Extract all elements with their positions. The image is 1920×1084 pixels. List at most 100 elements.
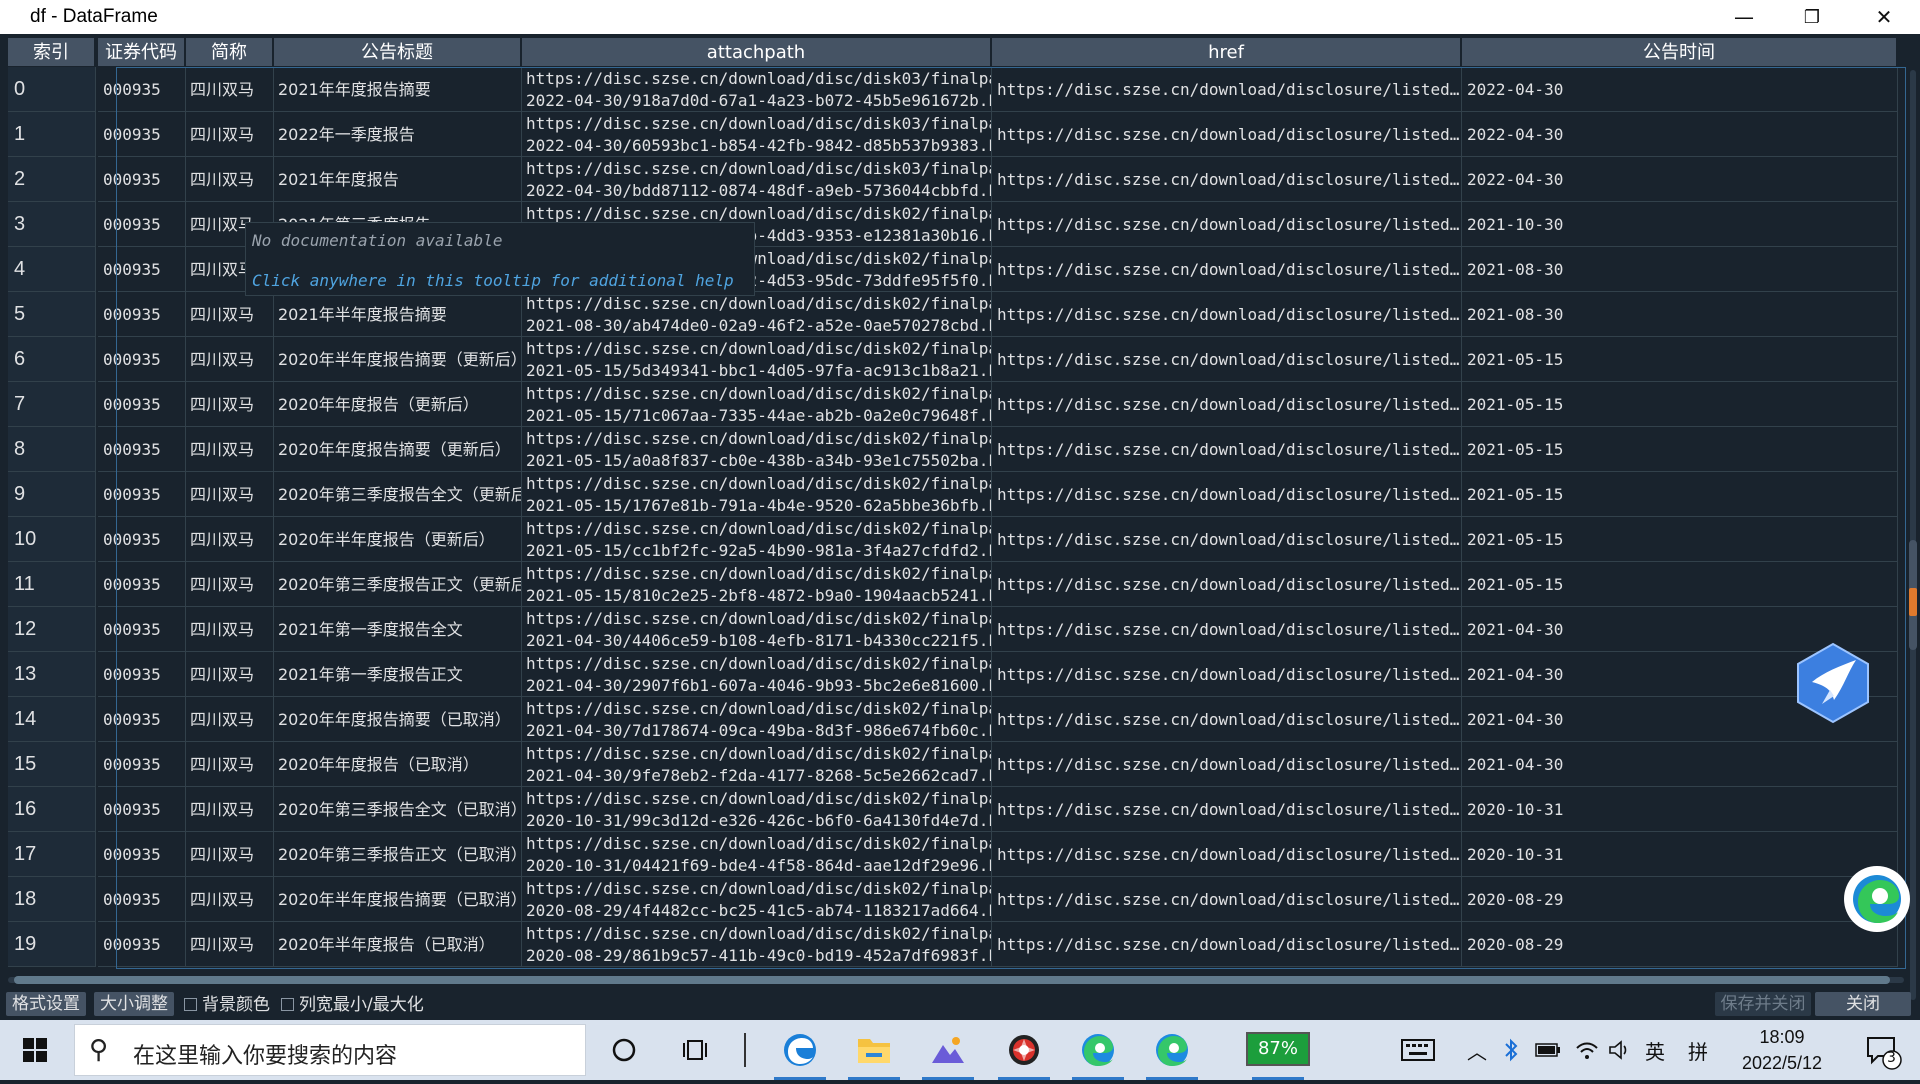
column-header[interactable]: 公告标题	[274, 38, 522, 66]
close-window-button[interactable]: ✕	[1850, 0, 1918, 34]
date-cell[interactable]: 2021-05-15	[1462, 517, 1898, 562]
name-cell[interactable]: 四川双马	[186, 832, 274, 877]
bg-color-checkbox[interactable]: 背景颜色	[184, 994, 270, 1016]
table-row[interactable]: 2 000935 四川双马 2021年年度报告 https://disc.szse.cn…	[8, 157, 1908, 202]
table-row[interactable]: 14 000935 四川双马 2020年年度报告摘要（已取消） https://disc…	[8, 697, 1908, 742]
column-header[interactable]: 索引	[8, 38, 96, 66]
code-cell[interactable]: 000935	[98, 292, 186, 337]
href-cell[interactable]: https://disc.szse.cn/download/disclosure…	[992, 832, 1462, 877]
code-cell[interactable]: 000935	[98, 922, 186, 967]
attachpath-cell[interactable]: https://disc.szse.cn/download/disc/disk0…	[522, 292, 992, 337]
battery-tray[interactable]	[1530, 1020, 1566, 1080]
href-cell[interactable]: https://disc.szse.cn/download/disclosure…	[992, 67, 1462, 112]
table-row[interactable]: 16 000935 四川双马 2020年第三季报告全文（已取消） https://dis…	[8, 787, 1908, 832]
title-cell[interactable]: 2021年半年度报告摘要	[274, 292, 522, 337]
date-cell[interactable]: 2021-08-30	[1462, 247, 1898, 292]
resize-button[interactable]: 大小调整	[94, 992, 174, 1016]
name-cell[interactable]: 四川双马	[186, 67, 274, 112]
file-explorer-app[interactable]	[840, 1020, 908, 1080]
table-row[interactable]: 19 000935 四川双马 2020年半年度报告（已取消） https://disc.…	[8, 922, 1908, 967]
row-index-cell[interactable]: 19	[8, 922, 96, 967]
title-cell[interactable]: 2020年半年度报告摘要（更新后）	[274, 337, 522, 382]
notification-center-button[interactable]: 3	[1852, 1020, 1912, 1080]
date-cell[interactable]: 2021-08-30	[1462, 292, 1898, 337]
href-cell[interactable]: https://disc.szse.cn/download/disclosure…	[992, 382, 1462, 427]
edge-app-2[interactable]	[1138, 1020, 1206, 1080]
code-cell[interactable]: 000935	[98, 202, 186, 247]
name-cell[interactable]: 四川双马	[186, 157, 274, 202]
href-cell[interactable]: https://disc.szse.cn/download/disclosure…	[992, 787, 1462, 832]
attachpath-cell[interactable]: https://disc.szse.cn/download/disc/disk0…	[522, 112, 992, 157]
row-index-cell[interactable]: 13	[8, 652, 96, 697]
row-index-cell[interactable]: 6	[8, 337, 96, 382]
title-cell[interactable]: 2020年年度报告（已取消）	[274, 742, 522, 787]
row-index-cell[interactable]: 10	[8, 517, 96, 562]
code-cell[interactable]: 000935	[98, 382, 186, 427]
code-cell[interactable]: 000935	[98, 562, 186, 607]
href-cell[interactable]: https://disc.szse.cn/download/disclosure…	[992, 472, 1462, 517]
row-index-cell[interactable]: 2	[8, 157, 96, 202]
date-cell[interactable]: 2022-04-30	[1462, 112, 1898, 157]
horizontal-scrollbar[interactable]	[8, 974, 1904, 984]
date-cell[interactable]: 2020-10-31	[1462, 832, 1898, 877]
date-cell[interactable]: 2022-04-30	[1462, 67, 1898, 112]
keyboard-tray[interactable]	[1396, 1020, 1440, 1080]
table-row[interactable]: 13 000935 四川双马 2021年第一季度报告正文 https://disc.sz…	[8, 652, 1908, 697]
row-index-cell[interactable]: 17	[8, 832, 96, 877]
href-cell[interactable]: https://disc.szse.cn/download/disclosure…	[992, 652, 1462, 697]
tooltip-help-link[interactable]: Click anywhere in this tooltip for addit…	[252, 271, 734, 290]
date-cell[interactable]: 2020-08-29	[1462, 877, 1898, 922]
title-cell[interactable]: 2020年第三季度报告正文（更新后）	[274, 562, 522, 607]
attachpath-cell[interactable]: https://disc.szse.cn/download/disc/disk0…	[522, 607, 992, 652]
name-cell[interactable]: 四川双马	[186, 607, 274, 652]
show-hidden-icons[interactable]: ︿	[1462, 1020, 1492, 1080]
title-cell[interactable]: 2020年半年度报告摘要（已取消）	[274, 877, 522, 922]
bluetooth-tray[interactable]	[1496, 1020, 1526, 1080]
code-cell[interactable]: 000935	[98, 877, 186, 922]
column-header[interactable]: 公告时间	[1462, 38, 1898, 66]
title-cell[interactable]: 2021年年度报告摘要	[274, 67, 522, 112]
vertical-scrollbar[interactable]	[1908, 70, 1918, 1000]
title-cell[interactable]: 2022年一季度报告	[274, 112, 522, 157]
table-row[interactable]: 6 000935 四川双马 2020年半年度报告摘要（更新后） https://disc…	[8, 337, 1908, 382]
table-row[interactable]: 11 000935 四川双马 2020年第三季度报告正文（更新后） https://di…	[8, 562, 1908, 607]
title-cell[interactable]: 2020年年度报告摘要（更新后）	[274, 427, 522, 472]
row-index-cell[interactable]: 18	[8, 877, 96, 922]
name-cell[interactable]: 四川双马	[186, 112, 274, 157]
name-cell[interactable]: 四川双马	[186, 562, 274, 607]
volume-tray[interactable]	[1604, 1020, 1636, 1080]
attachpath-cell[interactable]: https://disc.szse.cn/download/disc/disk0…	[522, 67, 992, 112]
row-index-cell[interactable]: 12	[8, 607, 96, 652]
code-cell[interactable]: 000935	[98, 472, 186, 517]
column-header[interactable]: attachpath	[522, 38, 992, 66]
col-width-checkbox[interactable]: 列宽最小/最大化	[281, 994, 424, 1016]
task-view-button[interactable]	[662, 1020, 730, 1080]
code-cell[interactable]: 000935	[98, 157, 186, 202]
title-cell[interactable]: 2020年第三季度报告全文（更新后）	[274, 472, 522, 517]
table-row[interactable]: 15 000935 四川双马 2020年年度报告（已取消） https://disc.s…	[8, 742, 1908, 787]
attachpath-cell[interactable]: https://disc.szse.cn/download/disc/disk0…	[522, 922, 992, 967]
table-row[interactable]: 1 000935 四川双马 2022年一季度报告 https://disc.szse.c…	[8, 112, 1908, 157]
attachpath-cell[interactable]: https://disc.szse.cn/download/disc/disk0…	[522, 787, 992, 832]
table-row[interactable]: 7 000935 四川双马 2020年年度报告（更新后） https://disc.sz…	[8, 382, 1908, 427]
href-cell[interactable]: https://disc.szse.cn/download/disclosure…	[992, 427, 1462, 472]
table-row[interactable]: 12 000935 四川双马 2021年第一季度报告全文 https://disc.sz…	[8, 607, 1908, 652]
table-row[interactable]: 9 000935 四川双马 2020年第三季度报告全文（更新后） https://dis…	[8, 472, 1908, 517]
minimize-button[interactable]: —	[1710, 0, 1778, 34]
href-cell[interactable]: https://disc.szse.cn/download/disclosure…	[992, 292, 1462, 337]
name-cell[interactable]: 四川双马	[186, 877, 274, 922]
code-cell[interactable]: 000935	[98, 112, 186, 157]
title-cell[interactable]: 2020年第三季报告全文（已取消）	[274, 787, 522, 832]
attachpath-cell[interactable]: https://disc.szse.cn/download/disc/disk0…	[522, 337, 992, 382]
name-cell[interactable]: 四川双马	[186, 742, 274, 787]
href-cell[interactable]: https://disc.szse.cn/download/disclosure…	[992, 877, 1462, 922]
edge-taskbar-app[interactable]	[766, 1020, 834, 1080]
start-button[interactable]	[0, 1020, 70, 1080]
column-header[interactable]: 简称	[186, 38, 274, 66]
title-cell[interactable]: 2020年半年度报告（更新后）	[274, 517, 522, 562]
row-index-cell[interactable]: 8	[8, 427, 96, 472]
href-cell[interactable]: https://disc.szse.cn/download/disclosure…	[992, 517, 1462, 562]
ime-mode-toggle[interactable]: 拼	[1682, 1020, 1714, 1080]
title-cell[interactable]: 2021年第一季度报告正文	[274, 652, 522, 697]
row-index-cell[interactable]: 0	[8, 67, 96, 112]
